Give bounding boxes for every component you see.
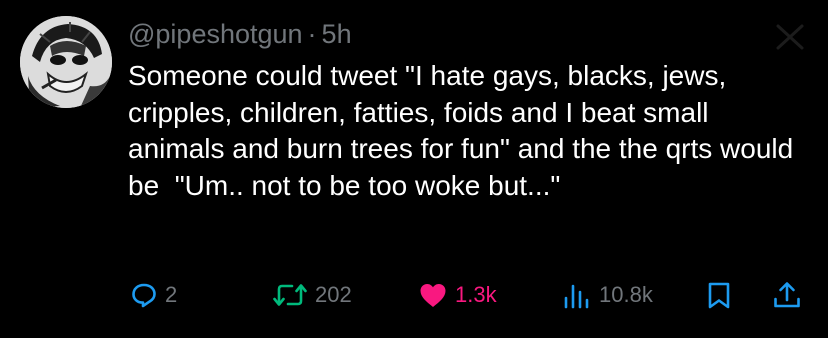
share-button[interactable] xyxy=(772,278,802,312)
repost-arrows-icon xyxy=(272,281,308,309)
reply-button[interactable]: 2 xyxy=(130,278,177,312)
views-button[interactable]: 10.8k xyxy=(562,278,653,312)
avatar-image xyxy=(20,16,112,108)
bookmark-button[interactable] xyxy=(706,278,732,312)
reply-count: 2 xyxy=(165,282,178,307)
view-count: 10.8k xyxy=(599,282,653,307)
bookmark-icon xyxy=(706,280,732,310)
header-separator: · xyxy=(307,18,317,49)
post-header: @pipeshotgun · 5h xyxy=(128,14,352,54)
dismiss-button[interactable] xyxy=(772,22,808,52)
author-handle[interactable]: @pipeshotgun xyxy=(128,19,303,50)
close-icon xyxy=(776,24,804,50)
repost-count: 202 xyxy=(315,282,352,307)
post-timestamp[interactable]: 5h xyxy=(322,19,352,50)
post[interactable]: @pipeshotgun · 5h Someone could tweet "I… xyxy=(0,0,828,338)
like-count: 1.3k xyxy=(455,282,497,307)
like-button[interactable]: 1.3k xyxy=(418,278,497,312)
bar-chart-icon xyxy=(562,281,592,309)
share-upload-icon xyxy=(772,280,802,310)
post-text: Someone could tweet "I hate gays, blacks… xyxy=(128,60,801,201)
speech-bubble-icon xyxy=(130,281,158,309)
heart-icon xyxy=(418,281,448,309)
repost-button[interactable]: 202 xyxy=(272,278,352,312)
action-bar: 2 202 1.3k 10.8k xyxy=(0,278,828,312)
avatar[interactable] xyxy=(20,16,112,108)
